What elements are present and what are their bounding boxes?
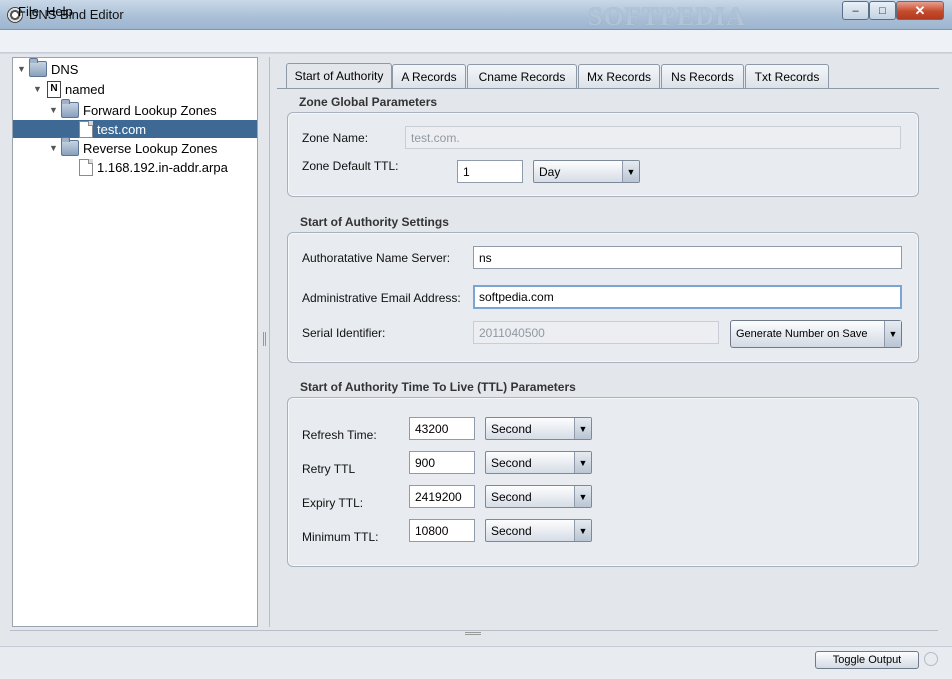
zone-global-group: [287, 112, 919, 197]
zone-global-title: Zone Global Parameters: [299, 95, 438, 109]
title-bar: [0, 0, 952, 30]
refresh-time-unit-value: Second: [491, 422, 532, 436]
minimum-ttl-label: Minimum TTL:: [302, 530, 379, 544]
soa-ttl-group: [287, 397, 919, 567]
refresh-time-input[interactable]: 43200: [409, 417, 475, 440]
retry-ttl-unit-value: Second: [491, 456, 532, 470]
serial-identifier-label: Serial Identifier:: [302, 326, 386, 340]
tab-txt-records[interactable]: Txt Records: [745, 64, 829, 88]
default-ttl-label: Zone Default TTL:: [302, 159, 399, 173]
zone-name-label: Zone Name:: [302, 131, 369, 145]
dropdown-arrow-icon[interactable]: ▼: [622, 161, 639, 182]
refresh-time-label: Refresh Time:: [302, 428, 377, 442]
window-title: DNS Bind Editor: [29, 7, 124, 22]
named-server-icon: N: [47, 80, 61, 98]
tree-label-forward-zones: Forward Lookup Zones: [83, 102, 217, 118]
expiry-ttl-unit-select[interactable]: Second ▼: [485, 485, 592, 508]
tree-label-reverse-zones: Reverse Lookup Zones: [83, 140, 218, 156]
soa-settings-title: Start of Authority Settings: [300, 215, 449, 229]
menu-file[interactable]: File: [18, 4, 39, 19]
status-bar: [0, 646, 952, 679]
splitter-grip-icon[interactable]: [465, 632, 481, 635]
menu-help[interactable]: Help: [46, 4, 73, 19]
generate-number-select[interactable]: Generate Number on Save ▼: [730, 320, 902, 348]
watermark-logo: SOFTPEDIA: [588, 2, 746, 31]
splitter-grip-icon[interactable]: [263, 332, 266, 346]
name-server-input[interactable]: ns: [473, 246, 902, 269]
tab-ns-records[interactable]: Ns Records: [661, 64, 744, 88]
retry-ttl-unit-select[interactable]: Second ▼: [485, 451, 592, 474]
dropdown-arrow-icon[interactable]: ▼: [574, 520, 591, 541]
minimum-ttl-unit-value: Second: [491, 524, 532, 538]
zone-name-field: test.com.: [405, 126, 901, 149]
admin-email-input[interactable]: softpedia.com: [473, 285, 902, 309]
folder-icon: [61, 137, 79, 156]
tab-start-of-authority[interactable]: Start of Authority: [286, 63, 392, 88]
minimum-ttl-input[interactable]: 10800: [409, 519, 475, 542]
folder-icon: [61, 99, 79, 118]
expiry-ttl-label: Expiry TTL:: [302, 496, 364, 510]
expand-arrow-icon[interactable]: ▼: [49, 143, 58, 153]
maximize-button[interactable]: □: [869, 1, 896, 20]
zone-tree[interactable]: ▼ DNS ▼ N named ▼ Forward Lookup Zones t…: [12, 57, 258, 627]
tab-a-records[interactable]: A Records: [392, 64, 466, 88]
default-ttl-unit-select[interactable]: Day ▼: [533, 160, 640, 183]
tree-item-test-com[interactable]: test.com: [13, 120, 257, 138]
folder-icon: [29, 58, 47, 77]
admin-email-label: Administrative Email Address:: [302, 291, 461, 305]
close-button[interactable]: ✕: [896, 1, 944, 20]
minimum-ttl-unit-select[interactable]: Second ▼: [485, 519, 592, 542]
expand-arrow-icon[interactable]: ▼: [49, 105, 58, 115]
refresh-time-unit-select[interactable]: Second ▼: [485, 417, 592, 440]
dropdown-arrow-icon[interactable]: ▼: [884, 321, 901, 347]
minimize-button[interactable]: –: [842, 1, 869, 20]
serial-identifier-field: 2011040500: [473, 321, 719, 344]
dropdown-arrow-icon[interactable]: ▼: [574, 486, 591, 507]
expiry-ttl-input[interactable]: 2419200: [409, 485, 475, 508]
tree-label-dns: DNS: [51, 61, 79, 77]
expand-arrow-icon[interactable]: ▼: [33, 84, 42, 94]
generate-number-label: Generate Number on Save: [736, 328, 868, 340]
tree-label-test-com: test.com: [97, 121, 147, 137]
tab-cname-records[interactable]: Cname Records: [467, 64, 577, 88]
toggle-output-button[interactable]: Toggle Output: [815, 651, 919, 669]
name-server-label: Authoratative Name Server:: [302, 251, 451, 265]
dropdown-arrow-icon[interactable]: ▼: [574, 418, 591, 439]
tab-mx-records[interactable]: Mx Records: [578, 64, 660, 88]
expiry-ttl-unit-value: Second: [491, 490, 532, 504]
retry-ttl-input[interactable]: 900: [409, 451, 475, 474]
tree-label-named: named: [65, 81, 105, 97]
retry-ttl-label: Retry TTL: [302, 462, 356, 476]
resize-grip-icon[interactable]: [924, 652, 938, 666]
default-ttl-unit-value: Day: [539, 165, 561, 179]
menu-bar: [0, 30, 952, 53]
expand-arrow-icon[interactable]: ▼: [17, 64, 26, 74]
default-ttl-input[interactable]: 1: [457, 160, 523, 183]
dropdown-arrow-icon[interactable]: ▼: [574, 452, 591, 473]
document-icon: [79, 158, 93, 176]
soa-ttl-title: Start of Authority Time To Live (TTL) Pa…: [300, 380, 576, 394]
document-icon: [79, 120, 93, 138]
tree-label-reverse-zone: 1.168.192.in-addr.arpa: [97, 159, 228, 175]
